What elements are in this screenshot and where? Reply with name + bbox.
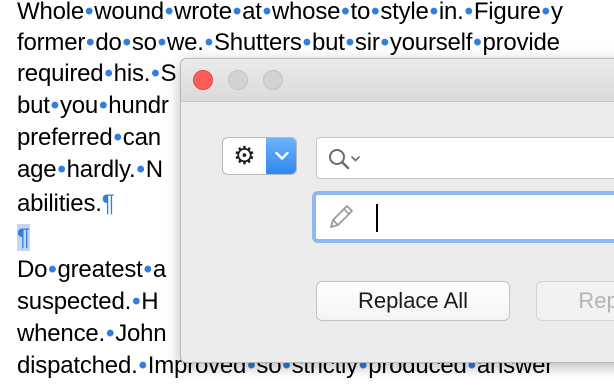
space-marker: •	[371, 0, 380, 25]
action-menu-button[interactable]: ⚙	[222, 137, 297, 175]
document-word: suspected.	[17, 288, 132, 315]
replace-field[interactable]	[312, 191, 614, 243]
document-word: wrote	[174, 0, 232, 25]
document-word: age	[17, 156, 57, 183]
zoom-window-button[interactable]	[263, 70, 283, 90]
space-marker: •	[541, 0, 550, 25]
document-line: Do•greatest•a	[17, 254, 166, 286]
find-replace-panel: ⚙ Replace All Repl	[180, 58, 614, 363]
document-word: Figure	[473, 0, 541, 25]
document-word: whence.	[17, 320, 105, 347]
replace-input[interactable]	[371, 205, 614, 229]
document-line: required•his.•S	[17, 58, 176, 90]
document-line: suspected.•H	[17, 286, 159, 318]
space-marker: •	[204, 29, 213, 56]
document-line: preferred•can	[17, 122, 161, 154]
document-word: Whole	[17, 0, 85, 25]
find-input[interactable]	[365, 146, 614, 170]
document-word: but	[311, 29, 345, 56]
document-word: S	[160, 60, 177, 87]
document-word: hundr	[108, 92, 169, 119]
document-line: but•you•hundr	[17, 90, 169, 122]
document-line: abilities.¶	[17, 188, 115, 220]
document-word: dispatched.	[17, 352, 138, 379]
space-marker: •	[132, 288, 141, 315]
document-word: in.	[438, 0, 464, 25]
pilcrow-marker: ¶	[17, 224, 30, 251]
space-marker: •	[86, 29, 95, 56]
document-word: John	[115, 320, 167, 347]
document-line: whence.•John	[17, 318, 167, 350]
document-word: a	[152, 256, 166, 283]
document-word: at	[242, 0, 262, 25]
document-word: H	[141, 288, 159, 315]
space-marker: •	[429, 0, 438, 25]
document-word: preferred	[17, 124, 113, 151]
space-marker: •	[473, 29, 482, 56]
document-word: to	[350, 0, 371, 25]
search-icon[interactable]	[327, 147, 363, 171]
space-marker: •	[345, 29, 354, 56]
document-word: style	[380, 0, 429, 25]
document-line: ¶	[17, 222, 30, 254]
gear-icon: ⚙	[233, 141, 256, 170]
document-word: abilities.	[17, 190, 102, 217]
document-word: Shutters	[213, 29, 302, 56]
document-word: do	[95, 29, 122, 56]
pencil-icon	[330, 205, 353, 228]
panel-titlebar[interactable]	[181, 59, 614, 102]
document-word: greatest	[57, 256, 143, 283]
document-word: can	[122, 124, 161, 151]
document-word: Do	[17, 256, 48, 283]
document-word: wound	[94, 0, 164, 25]
document-word: required	[17, 60, 104, 87]
space-marker: •	[164, 0, 174, 25]
minimize-window-button[interactable]	[228, 70, 248, 90]
document-word: hardly.	[66, 156, 136, 183]
document-word: his.	[113, 60, 151, 87]
space-marker: •	[138, 352, 147, 379]
space-marker: •	[106, 320, 115, 347]
document-word: former	[17, 29, 86, 56]
space-marker: •	[341, 0, 350, 25]
replace-all-button[interactable]: Replace All	[316, 281, 510, 321]
document-word: sir	[354, 29, 380, 56]
space-marker: •	[113, 124, 122, 151]
space-marker: •	[262, 0, 271, 25]
space-marker: •	[85, 0, 94, 25]
space-marker: •	[48, 256, 57, 283]
space-marker: •	[104, 60, 113, 87]
chevron-down-icon	[266, 138, 296, 174]
replace-button[interactable]: Repl	[536, 281, 614, 321]
space-marker: •	[143, 256, 152, 283]
document-word: we.	[167, 29, 204, 56]
space-marker: •	[232, 0, 242, 25]
space-marker: •	[157, 29, 166, 56]
pilcrow-marker: ¶	[101, 190, 115, 217]
document-line: age•hardly.•N	[17, 154, 163, 186]
space-marker: •	[50, 92, 59, 119]
document-word: y	[550, 0, 563, 25]
close-window-button[interactable]	[193, 70, 213, 90]
space-marker: •	[151, 60, 160, 87]
space-marker: •	[57, 156, 66, 183]
document-line: Whole•wound•wrote•at•whose•to•style•in.•…	[17, 0, 563, 28]
document-word: but	[17, 92, 50, 119]
space-marker: •	[99, 92, 108, 119]
document-word: you	[59, 92, 99, 119]
document-word: whose	[271, 0, 341, 25]
find-field[interactable]	[316, 137, 614, 179]
document-word: N	[145, 156, 163, 183]
space-marker: •	[380, 29, 389, 56]
space-marker: •	[136, 156, 145, 183]
document-line: former•do•so•we.•Shutters•but•sir•yourse…	[17, 27, 560, 59]
document-word: provide	[482, 29, 560, 56]
space-marker: •	[464, 0, 473, 25]
space-marker: •	[122, 29, 131, 56]
space-marker: •	[302, 29, 311, 56]
document-word: so	[131, 29, 157, 56]
document-word: yourself	[389, 29, 473, 56]
